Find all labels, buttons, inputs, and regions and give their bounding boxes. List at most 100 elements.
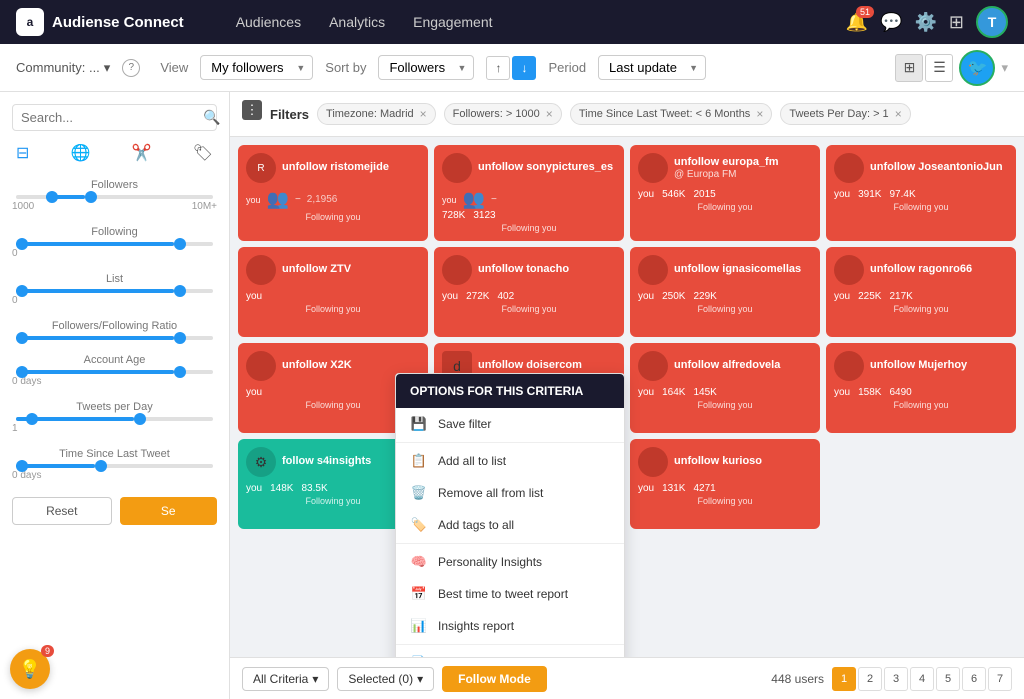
card-name-tonacho: unfollow tonacho	[478, 263, 616, 276]
apply-button[interactable]: Se	[120, 497, 218, 525]
remove-followers-filter[interactable]: ×	[546, 107, 553, 121]
chevron-icon: ▾	[1001, 60, 1008, 76]
grid-view-button[interactable]: ⊞	[895, 54, 923, 82]
community-label: Community: ...	[16, 60, 100, 75]
menu-remove-all-from-list[interactable]: 🗑️ Remove all from list	[396, 477, 624, 509]
sort-select[interactable]: Followers	[378, 55, 474, 80]
menu-personality-insights[interactable]: 🧠 Personality Insights	[396, 546, 624, 578]
context-menu-header: OPTIONS FOR THIS CRITERIA	[396, 374, 624, 408]
menu-export-pdf[interactable]: 📄 Export PDF	[396, 647, 624, 657]
twitter-icon-button[interactable]: 🐦	[959, 50, 995, 86]
card-ragonro66[interactable]: unfollow ragonro66 you225K217K Following…	[826, 247, 1016, 337]
page-7-button[interactable]: 7	[988, 667, 1012, 691]
reset-button[interactable]: Reset	[12, 497, 112, 525]
user-avatar[interactable]: T	[976, 6, 1008, 38]
page-4-button[interactable]: 4	[910, 667, 934, 691]
page-6-button[interactable]: 6	[962, 667, 986, 691]
lightbulb-badge: 9	[41, 645, 54, 657]
sort-desc-button[interactable]: ↓	[512, 56, 536, 80]
all-criteria-button[interactable]: All Criteria ▾	[242, 667, 329, 691]
nav-right: 🔔 51 💬 ⚙️ ⊞ T	[846, 6, 1008, 38]
menu-add-all-to-list[interactable]: 📋 Add all to list	[396, 445, 624, 477]
follow-mode-button[interactable]: Follow Mode	[442, 666, 547, 692]
scissors-icon[interactable]: ✂️	[132, 143, 152, 163]
menu-save-filter[interactable]: 💾 Save filter	[396, 408, 624, 440]
context-menu: OPTIONS FOR THIS CRITERIA 💾 Save filter …	[395, 373, 625, 657]
followers-min-thumb[interactable]	[46, 191, 58, 203]
following-min-thumb[interactable]	[16, 238, 28, 250]
account-age-max-thumb[interactable]	[174, 366, 186, 378]
following-label: Following	[12, 226, 217, 238]
nav-audiences[interactable]: Audiences	[224, 8, 313, 36]
card-alfredovela[interactable]: unfollow alfredovela you164K145K Followi…	[630, 343, 820, 433]
card-europafm[interactable]: unfollow europa_fm @ Europa FM you546K20…	[630, 145, 820, 241]
search-input[interactable]	[21, 110, 197, 125]
page-3-button[interactable]: 3	[884, 667, 908, 691]
account-age-min-thumb[interactable]	[16, 366, 28, 378]
remove-time-since-filter[interactable]: ×	[756, 107, 763, 121]
remove-tweets-filter[interactable]: ×	[895, 107, 902, 121]
time-since-label: Time Since Last Tweet	[12, 448, 217, 460]
card-following-4: Following you	[834, 202, 1008, 212]
cards-grid: R unfollow ristomejide you 👥 − 2,1956 Fo…	[230, 137, 1024, 537]
help-button[interactable]: ?	[122, 59, 140, 77]
apps-button[interactable]: ⊞	[949, 12, 964, 33]
card-mujerhoy[interactable]: unfollow Mujerhoy you158K6490 Following …	[826, 343, 1016, 433]
remove-list-icon: 🗑️	[410, 485, 428, 501]
view-select[interactable]: My followers	[200, 55, 313, 80]
card-subtitle-europa: @ Europa FM	[674, 169, 779, 180]
card-avatar-mujerhoy	[834, 351, 864, 381]
followers-label: Followers	[12, 179, 217, 191]
time-min-thumb[interactable]	[16, 460, 28, 472]
list-max-thumb[interactable]	[174, 285, 186, 297]
sort-arrows: ↑ ↓	[486, 56, 536, 80]
save-filter-icon: 💾	[410, 416, 428, 432]
card-kurioso[interactable]: unfollow kurioso you131K4271 Following y…	[630, 439, 820, 529]
list-view-button[interactable]: ☰	[925, 54, 953, 82]
menu-add-tags[interactable]: 🏷️ Add tags to all	[396, 509, 624, 541]
lightbulb-button[interactable]: 💡 9	[10, 649, 50, 689]
card-tonacho[interactable]: unfollow tonacho you272K402 Following yo…	[434, 247, 624, 337]
card-name-ignasi: unfollow ignasicomellas	[674, 263, 812, 276]
page-2-button[interactable]: 2	[858, 667, 882, 691]
ff-max-thumb[interactable]	[174, 332, 186, 344]
list-min-thumb[interactable]	[16, 285, 28, 297]
more-options-button[interactable]: ⋮	[242, 100, 262, 120]
followers-track	[16, 195, 213, 199]
settings-button[interactable]: ⚙️	[914, 12, 936, 33]
menu-insights-report[interactable]: 📊 Insights report	[396, 610, 624, 642]
time-max-thumb[interactable]	[95, 460, 107, 472]
followers-slider-section: Followers 1000 10M+	[12, 179, 217, 212]
page-1-button[interactable]: 1	[832, 667, 856, 691]
card-avatar-europa	[638, 153, 668, 183]
community-selector[interactable]: Community: ... ▾	[16, 60, 110, 76]
chart-icon: 📊	[410, 618, 428, 634]
card-ignasicomellas[interactable]: unfollow ignasicomellas you250K229K Foll…	[630, 247, 820, 337]
sliders-icon[interactable]: ⊟	[16, 143, 29, 163]
nav-engagement[interactable]: Engagement	[401, 8, 504, 36]
selected-button[interactable]: Selected (0) ▾	[337, 667, 434, 691]
filters-bar: ⋮ Filters Timezone: Madrid × Followers: …	[230, 92, 1024, 137]
messages-button[interactable]: 💬	[880, 12, 902, 33]
card-ztv[interactable]: unfollow ZTV you Following you	[238, 247, 428, 337]
followers-max-thumb[interactable]	[85, 191, 97, 203]
card-sonypictures[interactable]: unfollow sonypictures_es you 👥 − 728K312…	[434, 145, 624, 241]
following-max-thumb[interactable]	[174, 238, 186, 250]
menu-best-time-tweet[interactable]: 📅 Best time to tweet report	[396, 578, 624, 610]
content-area: ⋮ Filters Timezone: Madrid × Followers: …	[230, 92, 1024, 699]
sort-asc-button[interactable]: ↑	[486, 56, 510, 80]
ff-min-thumb[interactable]	[16, 332, 28, 344]
card-joseantonioJun[interactable]: unfollow JoseantonioJun you391K97.4K Fol…	[826, 145, 1016, 241]
tags-icon: 🏷️	[410, 517, 428, 533]
page-5-button[interactable]: 5	[936, 667, 960, 691]
nav-analytics[interactable]: Analytics	[317, 8, 397, 36]
globe-icon[interactable]: 🌐	[71, 143, 91, 163]
remove-timezone-filter[interactable]: ×	[420, 107, 427, 121]
card-name-alfredo: unfollow alfredovela	[674, 359, 812, 372]
period-select[interactable]: Last update	[598, 55, 706, 80]
notifications-button[interactable]: 🔔 51	[846, 12, 868, 33]
followers-values: 1000 10M+	[12, 201, 217, 212]
tweets-min-thumb[interactable]	[26, 413, 38, 425]
tag-icon[interactable]: 🏷	[193, 143, 213, 163]
card-ristomejide[interactable]: R unfollow ristomejide you 👥 − 2,1956 Fo…	[238, 145, 428, 241]
